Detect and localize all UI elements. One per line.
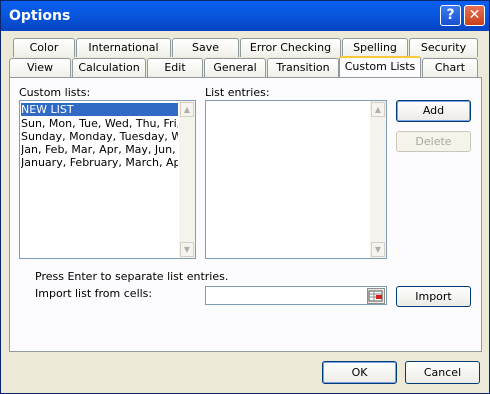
tab-spelling[interactable]: Spelling <box>342 38 408 57</box>
import-button[interactable]: Import <box>396 286 471 307</box>
cancel-button[interactable]: Cancel <box>405 361 480 384</box>
import-range-field[interactable] <box>205 286 387 305</box>
tab-view[interactable]: View <box>9 58 71 77</box>
tab-edit[interactable]: Edit <box>147 58 203 77</box>
help-button[interactable]: ? <box>440 5 461 26</box>
close-button[interactable]: ✕ <box>464 5 485 26</box>
window-title: Options <box>9 8 71 24</box>
list-entries-scrollbar[interactable]: ▲ ▼ <box>370 101 386 258</box>
tab-custom-lists[interactable]: Custom Lists <box>339 56 421 77</box>
scroll-up-icon[interactable]: ▲ <box>180 102 194 117</box>
tab-general[interactable]: General <box>204 58 266 77</box>
tab-color[interactable]: Color <box>13 38 75 57</box>
range-select-button[interactable] <box>367 288 385 304</box>
options-dialog: Options ? ✕ Color International Save Err… <box>0 0 490 394</box>
delete-button[interactable]: Delete <box>396 131 471 152</box>
custom-lists-scrollbar[interactable]: ▲ ▼ <box>179 101 195 258</box>
hint-text: Press Enter to separate list entries. <box>35 270 229 283</box>
list-entries-textarea[interactable]: ▲ ▼ <box>205 100 387 259</box>
scroll-down-icon[interactable]: ▼ <box>371 242 385 257</box>
help-icon: ? <box>446 7 455 23</box>
tab-chart[interactable]: Chart <box>422 58 478 77</box>
list-item[interactable]: Sunday, Monday, Tuesday, Wednesday, Thur… <box>21 130 178 143</box>
custom-lists-label: Custom lists: <box>19 86 91 99</box>
add-button[interactable]: Add <box>396 100 471 122</box>
tab-calculation[interactable]: Calculation <box>72 58 146 77</box>
tab-transition[interactable]: Transition <box>267 58 339 77</box>
list-item[interactable]: January, February, March, April, May, Ju… <box>21 156 178 169</box>
custom-lists-listbox[interactable]: NEW LIST Sun, Mon, Tue, Wed, Thu, Fri, S… <box>19 100 196 259</box>
tab-security[interactable]: Security <box>409 38 478 57</box>
scroll-down-icon[interactable]: ▼ <box>180 242 194 257</box>
ok-button[interactable]: OK <box>322 361 397 384</box>
list-item[interactable]: Sun, Mon, Tue, Wed, Thu, Fri, Sat <box>21 117 178 130</box>
scroll-up-icon[interactable]: ▲ <box>371 102 385 117</box>
tab-save[interactable]: Save <box>172 38 239 57</box>
import-label: Import list from cells: <box>35 287 153 300</box>
list-entries-label: List entries: <box>205 86 270 99</box>
list-item[interactable]: NEW LIST <box>21 103 178 116</box>
tab-error-checking[interactable]: Error Checking <box>240 38 341 57</box>
collapse-dialog-icon <box>368 290 383 302</box>
title-bar[interactable]: Options ? ✕ <box>1 1 489 31</box>
tab-international[interactable]: International <box>76 38 171 57</box>
list-item[interactable]: Jan, Feb, Mar, Apr, May, Jun, Jul, Aug, … <box>21 143 178 156</box>
close-icon: ✕ <box>468 7 481 23</box>
custom-lists-panel: Custom lists: NEW LIST Sun, Mon, Tue, We… <box>9 77 482 352</box>
